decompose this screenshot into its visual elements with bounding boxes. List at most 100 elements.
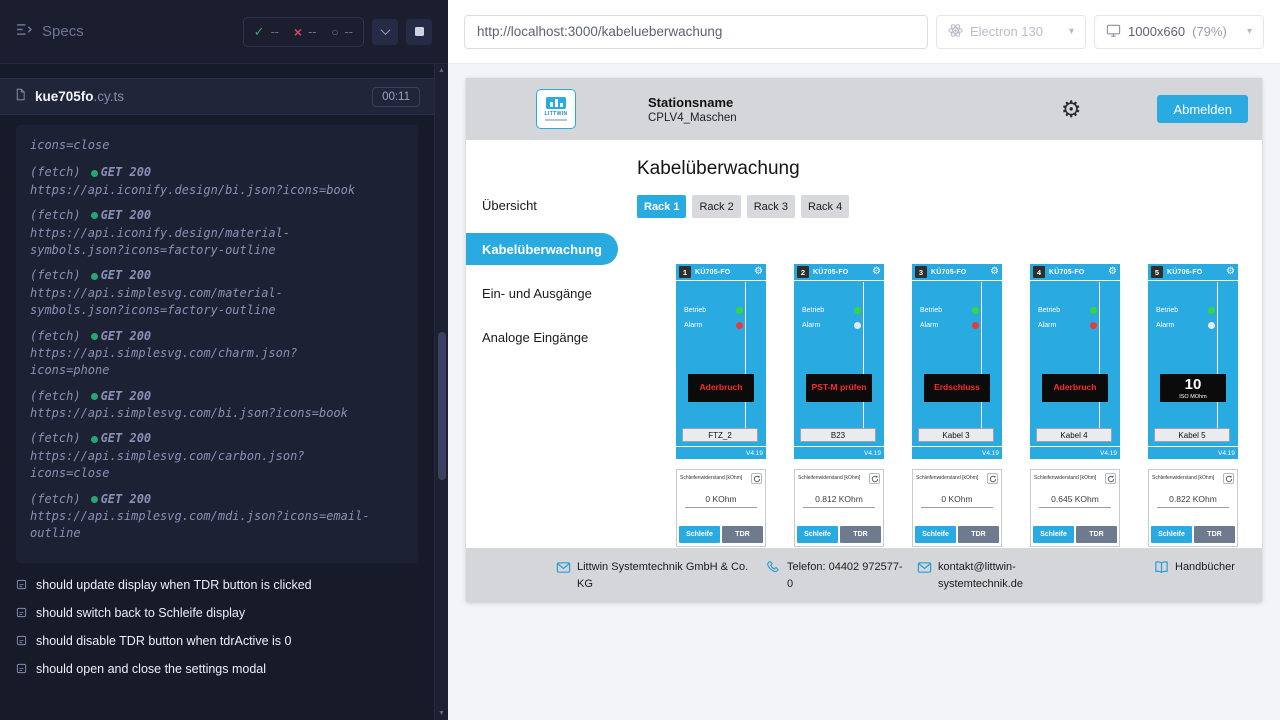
refresh-icon[interactable] bbox=[869, 473, 880, 484]
sidebar-item[interactable]: Analoge Eingänge bbox=[466, 321, 618, 353]
measurement-buttons: Schleife TDR bbox=[679, 526, 763, 543]
request-status: GET 200 bbox=[101, 207, 152, 224]
refresh-icon[interactable] bbox=[751, 473, 762, 484]
log-partial-line: icons=close bbox=[30, 137, 404, 154]
schleife-button[interactable]: Schleife bbox=[679, 526, 720, 543]
browser-select[interactable]: Electron 130 ▾ bbox=[936, 15, 1086, 49]
screenshot-stage: Specs ✓-- ×-- ○-- kue705fo.cy.ts 00:11 i… bbox=[0, 0, 1280, 720]
rack-tab[interactable]: Rack 4 bbox=[801, 195, 849, 218]
measurement-label: Schleifenwiderstand [kOhm] bbox=[916, 473, 987, 481]
spec-timer-badge: 00:11 bbox=[372, 87, 420, 107]
card-gear-icon[interactable]: ⚙ bbox=[872, 267, 881, 277]
rack-tabs: Rack 1 Rack 2 Rack 3 Rack 4 bbox=[637, 195, 1262, 218]
refresh-icon[interactable] bbox=[1223, 473, 1234, 484]
footer-manuals-link[interactable]: Handbücher bbox=[1154, 559, 1235, 576]
fetch-log-entry[interactable]: (fetch) GET 200 https://api.simplesvg.co… bbox=[30, 430, 404, 482]
resistance-value: 0.812 KOhm bbox=[803, 494, 875, 508]
footer-email-link[interactable]: kontakt@littwin-systemtechnik.de bbox=[917, 559, 1080, 592]
test-item[interactable]: should open and close the settings modal bbox=[16, 655, 418, 683]
betrieb-led-row: Betrieb bbox=[794, 307, 863, 314]
tdr-button[interactable]: TDR bbox=[958, 526, 999, 543]
settings-gear-icon[interactable]: ⚙ bbox=[1061, 98, 1082, 121]
sidebar-item[interactable]: Übersicht bbox=[466, 189, 618, 221]
fetch-label: (fetch) bbox=[30, 491, 81, 508]
alarm-label: Alarm bbox=[684, 322, 702, 329]
tdr-button[interactable]: TDR bbox=[1076, 526, 1117, 543]
url-bar bbox=[464, 15, 928, 49]
schleife-button[interactable]: Schleife bbox=[797, 526, 838, 543]
resistance-value: 0.822 KOhm bbox=[1157, 494, 1229, 508]
card-number-badge: 5 bbox=[1151, 266, 1163, 278]
card-divider-line bbox=[745, 282, 746, 428]
schleife-button[interactable]: Schleife bbox=[1033, 526, 1074, 543]
measurement-header: Schleifenwiderstand [kOhm] bbox=[916, 473, 998, 484]
alarm-label: Alarm bbox=[1038, 322, 1056, 329]
spec-file-row[interactable]: kue705fo.cy.ts 00:11 bbox=[0, 78, 434, 115]
fetch-log-entry[interactable]: (fetch) GET 200 https://api.simplesvg.co… bbox=[30, 491, 404, 543]
fetch-log-entry[interactable]: (fetch) GET 200 https://api.simplesvg.co… bbox=[30, 267, 404, 319]
collapse-button[interactable] bbox=[372, 19, 398, 45]
alarm-led-row: Alarm bbox=[1030, 322, 1099, 329]
footer-phone-link[interactable]: Telefon: 04402 972577-0 bbox=[767, 559, 905, 592]
request-status: GET 200 bbox=[101, 430, 152, 447]
viewport-select[interactable]: 1000x660 (79%) ▾ bbox=[1094, 15, 1264, 49]
url-input[interactable] bbox=[469, 24, 923, 39]
sidebar-item[interactable]: Kabelüberwachung bbox=[466, 233, 618, 265]
fail-icon: × bbox=[294, 24, 302, 40]
scroll-down-icon[interactable]: ▼ bbox=[435, 710, 448, 717]
tdr-button[interactable]: TDR bbox=[840, 526, 881, 543]
fetch-log-entry[interactable]: (fetch) GET 200 https://api.iconify.desi… bbox=[30, 207, 404, 259]
test-list: should update display when TDR button is… bbox=[0, 571, 434, 683]
mail-icon bbox=[556, 560, 571, 575]
card-gear-icon[interactable]: ⚙ bbox=[1108, 267, 1117, 277]
card-gear-icon[interactable]: ⚙ bbox=[1226, 267, 1235, 277]
app-window: LITTWIN Stationsname CPLV4_Maschen ⚙ Abm… bbox=[466, 78, 1262, 602]
footer-email-text: kontakt@littwin-systemtechnik.de bbox=[938, 559, 1080, 592]
fetch-log-entry[interactable]: (fetch) GET 200 https://api.simplesvg.co… bbox=[30, 388, 404, 423]
request-status: GET 200 bbox=[101, 491, 152, 508]
rack-tab[interactable]: Rack 2 bbox=[692, 195, 740, 218]
footer-company-link[interactable]: Littwin Systemtechnik GmbH & Co. KG bbox=[556, 559, 755, 592]
refresh-icon[interactable] bbox=[1105, 473, 1116, 484]
test-item[interactable]: should switch back to Schleife display bbox=[16, 599, 418, 627]
device-cards: 1 KÜ705-FO ⚙ Betrieb Ala bbox=[676, 264, 1262, 547]
scrollbar-thumb[interactable] bbox=[438, 332, 446, 480]
sidebar-item-label: Übersicht bbox=[482, 198, 537, 213]
rack-tab[interactable]: Rack 3 bbox=[747, 195, 795, 218]
sidebar-item[interactable]: Ein- und Ausgänge bbox=[466, 277, 618, 309]
rack-tab[interactable]: Rack 1 bbox=[637, 195, 686, 218]
fetch-log-entry[interactable]: (fetch) GET 200 https://api.simplesvg.co… bbox=[30, 328, 404, 380]
status-text: Aderbruch bbox=[700, 383, 743, 393]
test-item[interactable]: should update display when TDR button is… bbox=[16, 571, 418, 599]
tdr-button[interactable]: TDR bbox=[722, 526, 763, 543]
stop-button[interactable] bbox=[406, 19, 432, 45]
station-info: Stationsname CPLV4_Maschen bbox=[648, 95, 737, 124]
schleife-button[interactable]: Schleife bbox=[915, 526, 956, 543]
scroll-up-icon[interactable]: ▲ bbox=[435, 67, 448, 74]
fetch-log-status-line: (fetch) GET 200 bbox=[30, 430, 404, 447]
rack-tab-label: Rack 4 bbox=[808, 201, 842, 213]
request-url: https://api.iconify.design/material-symb… bbox=[30, 225, 372, 260]
schleife-button[interactable]: Schleife bbox=[1151, 526, 1192, 543]
card-bottom-line bbox=[794, 446, 884, 447]
card-gear-icon[interactable]: ⚙ bbox=[754, 267, 763, 277]
check-icon: ✓ bbox=[254, 24, 265, 40]
fetch-log-entry[interactable]: (fetch) GET 200 https://api.iconify.desi… bbox=[30, 164, 404, 199]
tdr-button[interactable]: TDR bbox=[1194, 526, 1235, 543]
command-log: icons=close (fetch) GET 200 https://api.… bbox=[16, 125, 418, 563]
chevron-down-icon: ▾ bbox=[1069, 26, 1074, 37]
alarm-label: Alarm bbox=[920, 322, 938, 329]
card-header: 3 KÜ705-FO ⚙ bbox=[912, 264, 1002, 281]
logout-button[interactable]: Abmelden bbox=[1157, 95, 1248, 123]
measurement-label: Schleifenwiderstand [kOhm] bbox=[680, 473, 751, 481]
spec-file-icon bbox=[14, 88, 27, 106]
test-item[interactable]: should disable TDR button when tdrActive… bbox=[16, 627, 418, 655]
specs-menu-button[interactable]: Specs bbox=[16, 23, 84, 40]
card-gear-icon[interactable]: ⚙ bbox=[990, 267, 999, 277]
refresh-icon[interactable] bbox=[987, 473, 998, 484]
card-divider-line bbox=[863, 282, 864, 428]
aut-area: LITTWIN Stationsname CPLV4_Maschen ⚙ Abm… bbox=[448, 64, 1280, 720]
test-title: should update display when TDR button is… bbox=[36, 578, 312, 592]
spec-file-name: kue705fo.cy.ts bbox=[35, 89, 124, 104]
runner-scrollbar[interactable]: ▲ ▼ bbox=[434, 64, 448, 720]
